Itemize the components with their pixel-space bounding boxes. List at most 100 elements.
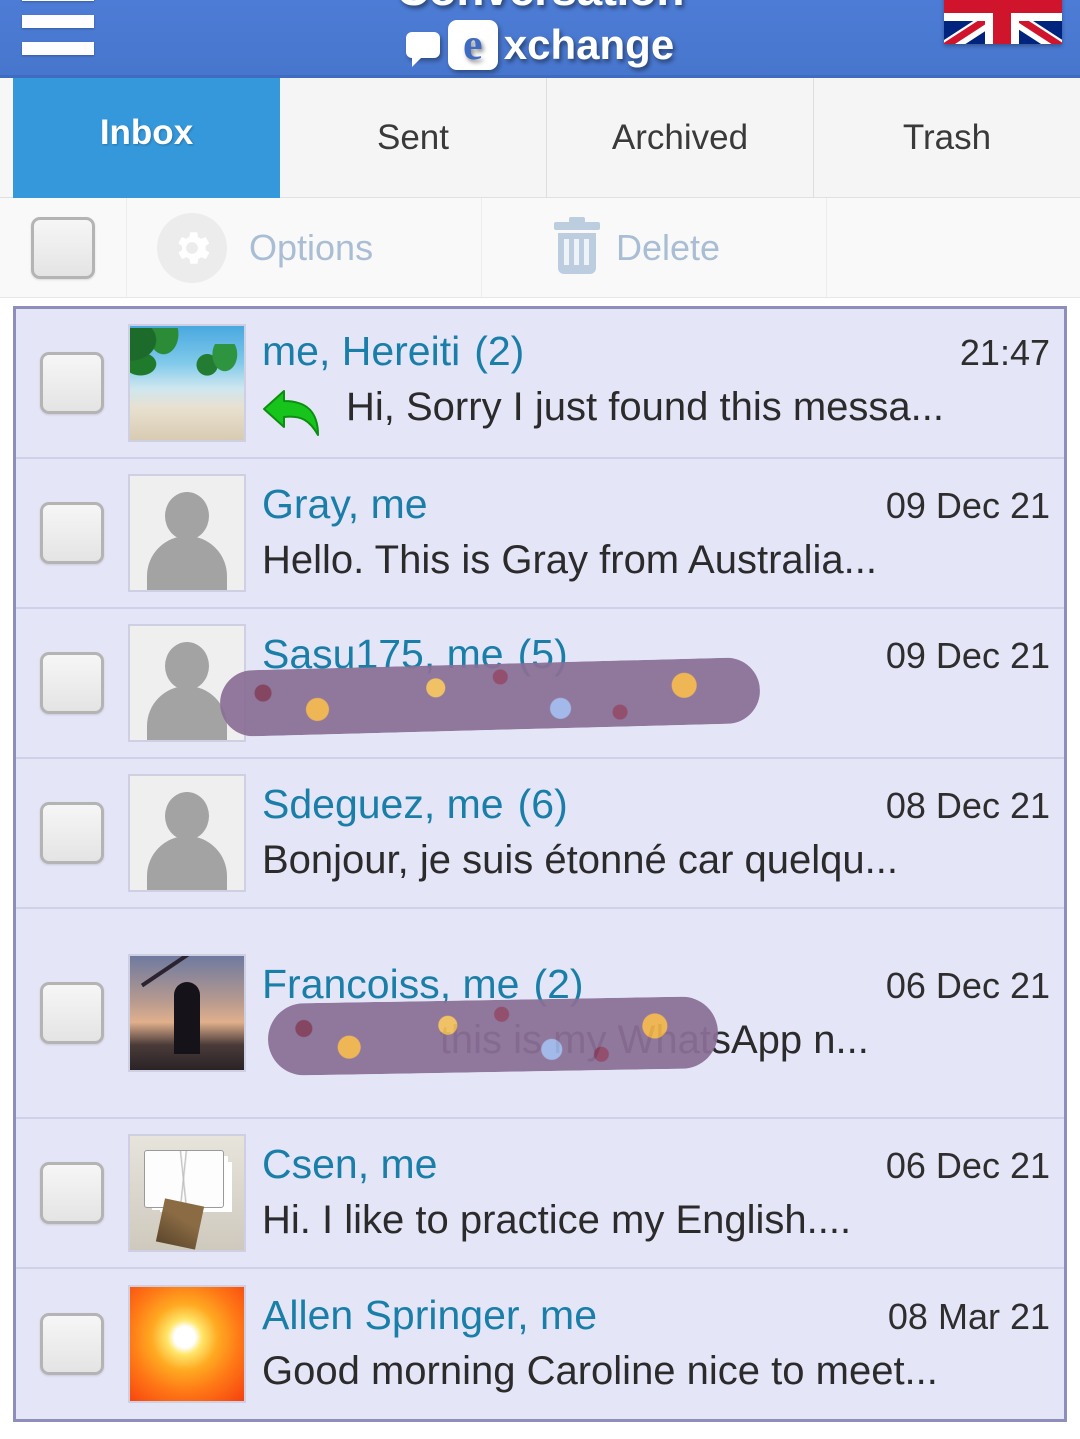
message-body: Sasu175, me (5) 09 Dec 21 xyxy=(219,631,1064,738)
message-preview: Hello. This is Gray from Australia... xyxy=(262,538,877,583)
message-header-line: Gray, me 09 Dec 21 xyxy=(262,481,1050,528)
default-avatar-thumbnail xyxy=(128,474,246,592)
message-row[interactable]: Francoiss, me (2) 06 Dec 21 this is my W… xyxy=(16,909,1064,1119)
site-logo[interactable]: Conversation e xchange xyxy=(0,0,1080,70)
message-header-line: Sasu175, me (5) 09 Dec 21 xyxy=(262,631,1050,678)
message-body: Csen, me 06 Dec 21 Hi. I like to practic… xyxy=(246,1141,1064,1245)
app-header: Conversation e xchange xyxy=(0,0,1080,78)
message-body: Sdeguez, me (6) 08 Dec 21 Bonjour, je su… xyxy=(246,781,1064,885)
options-label: Options xyxy=(249,226,374,268)
message-sender[interactable]: me, Hereiti xyxy=(262,328,460,375)
message-header-line: Francoiss, me (2) 06 Dec 21 xyxy=(262,961,1050,1008)
options-button[interactable]: Options xyxy=(127,198,482,297)
tab-archived[interactable]: Archived xyxy=(547,78,814,197)
message-list: me, Hereiti (2) 21:47 Hi, Sorry I just f… xyxy=(13,306,1067,1422)
row-select-cell[interactable] xyxy=(16,652,128,714)
message-count: (2) xyxy=(474,327,525,374)
message-header-line: Allen Springer, me 08 Mar 21 xyxy=(262,1292,1050,1339)
message-sender[interactable]: Francoiss, me xyxy=(262,961,519,1008)
tab-sent[interactable]: Sent xyxy=(280,78,547,197)
row-checkbox[interactable] xyxy=(40,1313,104,1375)
message-preview: Bonjour, je suis étonné car quelqu... xyxy=(262,838,898,883)
message-preview-line: this is my WhatsApp n... xyxy=(262,996,1050,1077)
message-preview-line xyxy=(219,657,1050,738)
tab-trash[interactable]: Trash xyxy=(814,78,1080,197)
message-date: 21:47 xyxy=(959,331,1050,373)
message-count: (6) xyxy=(517,781,568,828)
select-all-checkbox[interactable] xyxy=(31,216,95,279)
message-date: 09 Dec 21 xyxy=(885,635,1050,677)
message-body: me, Hereiti (2) 21:47 Hi, Sorry I just f… xyxy=(246,328,1064,439)
message-header-line: Csen, me 06 Dec 21 xyxy=(262,1141,1050,1188)
message-date: 06 Dec 21 xyxy=(885,965,1050,1007)
message-date: 08 Mar 21 xyxy=(887,1296,1050,1338)
delete-button[interactable]: Delete xyxy=(482,198,827,297)
message-header-line: Sdeguez, me (6) 08 Dec 21 xyxy=(262,781,1050,828)
uk-flag-icon[interactable] xyxy=(944,0,1062,44)
message-date: 09 Dec 21 xyxy=(885,485,1050,527)
trash-icon xyxy=(554,216,600,274)
sunset-photo-thumbnail xyxy=(128,1285,246,1403)
message-preview: this is my WhatsApp n... xyxy=(262,1018,869,1063)
mailbox-tabs: Inbox Sent Archived Trash xyxy=(0,68,1080,198)
playing-cards-photo-thumbnail xyxy=(128,1134,246,1252)
message-body: Francoiss, me (2) 06 Dec 21 this is my W… xyxy=(246,961,1064,1077)
tab-inbox[interactable]: Inbox xyxy=(13,68,280,198)
row-checkbox[interactable] xyxy=(40,1162,104,1224)
message-preview xyxy=(262,686,495,735)
message-preview: Good morning Caroline nice to meet... xyxy=(262,1349,938,1394)
row-checkbox[interactable] xyxy=(40,352,104,414)
message-row[interactable]: Gray, me 09 Dec 21 Hello. This is Gray f… xyxy=(16,459,1064,609)
message-body: Allen Springer, me 08 Mar 21 Good mornin… xyxy=(246,1292,1064,1396)
message-count: (5) xyxy=(517,631,568,678)
message-preview: Hi, Sorry I just found this messa... xyxy=(346,384,944,429)
message-sender[interactable]: Csen, me xyxy=(262,1141,437,1188)
row-checkbox[interactable] xyxy=(40,652,104,714)
row-checkbox[interactable] xyxy=(40,502,104,564)
reply-arrow-icon xyxy=(262,387,336,439)
message-date: 08 Dec 21 xyxy=(885,785,1050,827)
logo-line-one: Conversation xyxy=(0,0,1080,12)
message-row[interactable]: Sasu175, me (5) 09 Dec 21 xyxy=(16,609,1064,759)
default-avatar-thumbnail xyxy=(128,624,246,742)
message-body: Gray, me 09 Dec 21 Hello. This is Gray f… xyxy=(246,481,1064,585)
message-sender[interactable]: Allen Springer, me xyxy=(262,1292,597,1339)
logo-xchange-text: xchange xyxy=(503,21,675,68)
fishing-photo-thumbnail xyxy=(128,954,246,1072)
gear-icon xyxy=(157,212,227,283)
message-row[interactable]: Allen Springer, me 08 Mar 21 Good mornin… xyxy=(16,1269,1064,1419)
message-preview: Hi. I like to practice my English.... xyxy=(262,1198,852,1243)
logo-line-two: e xchange xyxy=(0,20,1080,70)
message-preview-line: Hi, Sorry I just found this messa... xyxy=(262,383,1050,439)
message-preview-line: Hi. I like to practice my English.... xyxy=(262,1196,1050,1245)
list-toolbar: Options Delete xyxy=(0,198,1080,298)
chat-bubble-icon xyxy=(405,32,440,67)
row-checkbox[interactable] xyxy=(40,982,104,1044)
message-sender[interactable]: Gray, me xyxy=(262,481,428,528)
default-avatar-thumbnail xyxy=(128,774,246,892)
message-preview-line: Hello. This is Gray from Australia... xyxy=(262,536,1050,585)
beach-photo-thumbnail xyxy=(128,324,246,442)
row-select-cell[interactable] xyxy=(16,982,128,1044)
message-sender[interactable]: Sasu175, me xyxy=(262,631,504,678)
message-preview-line: Good morning Caroline nice to meet... xyxy=(262,1347,1050,1396)
delete-label: Delete xyxy=(616,226,721,268)
message-row[interactable]: me, Hereiti (2) 21:47 Hi, Sorry I just f… xyxy=(16,309,1064,459)
message-count: (2) xyxy=(533,961,584,1008)
row-select-cell[interactable] xyxy=(16,352,128,414)
row-select-cell[interactable] xyxy=(16,802,128,864)
select-all-cell[interactable] xyxy=(0,198,127,297)
row-select-cell[interactable] xyxy=(16,502,128,564)
row-select-cell[interactable] xyxy=(16,1162,128,1224)
row-checkbox[interactable] xyxy=(40,802,104,864)
message-preview-line: Bonjour, je suis étonné car quelqu... xyxy=(262,836,1050,885)
logo-e-badge: e xyxy=(447,20,498,70)
message-row[interactable]: Sdeguez, me (6) 08 Dec 21 Bonjour, je su… xyxy=(16,759,1064,909)
message-sender[interactable]: Sdeguez, me xyxy=(262,781,504,828)
flag-horizontal-red xyxy=(944,0,1062,13)
message-header-line: me, Hereiti (2) 21:47 xyxy=(262,328,1050,375)
message-row[interactable]: Csen, me 06 Dec 21 Hi. I like to practic… xyxy=(16,1119,1064,1269)
message-date: 06 Dec 21 xyxy=(885,1145,1050,1187)
row-select-cell[interactable] xyxy=(16,1313,128,1375)
